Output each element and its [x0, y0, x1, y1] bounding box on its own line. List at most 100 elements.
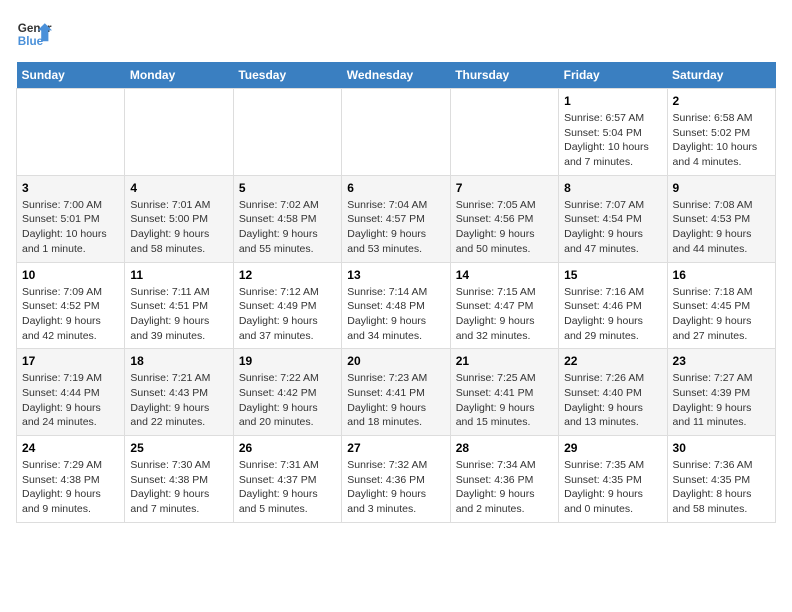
calendar-cell: 8 Sunrise: 7:07 AM Sunset: 4:54 PM Daylig…	[559, 175, 667, 262]
calendar-cell	[233, 89, 341, 176]
day-number: 7	[456, 181, 553, 195]
day-info: Sunrise: 7:00 AM Sunset: 5:01 PM Dayligh…	[22, 198, 119, 257]
calendar-cell: 13 Sunrise: 7:14 AM Sunset: 4:48 PM Dayli…	[342, 262, 450, 349]
day-number: 22	[564, 354, 661, 368]
day-number: 17	[22, 354, 119, 368]
day-number: 30	[673, 441, 770, 455]
calendar-cell: 28 Sunrise: 7:34 AM Sunset: 4:36 PM Dayli…	[450, 436, 558, 523]
day-info: Sunrise: 7:30 AM Sunset: 4:38 PM Dayligh…	[130, 458, 227, 517]
day-info: Sunrise: 7:11 AM Sunset: 4:51 PM Dayligh…	[130, 285, 227, 344]
weekday-header: Friday	[559, 62, 667, 89]
day-info: Sunrise: 7:34 AM Sunset: 4:36 PM Dayligh…	[456, 458, 553, 517]
logo-icon: General Blue	[16, 16, 52, 52]
day-number: 15	[564, 268, 661, 282]
day-number: 20	[347, 354, 444, 368]
day-info: Sunrise: 7:32 AM Sunset: 4:36 PM Dayligh…	[347, 458, 444, 517]
calendar-cell: 1 Sunrise: 6:57 AM Sunset: 5:04 PM Daylig…	[559, 89, 667, 176]
day-info: Sunrise: 6:57 AM Sunset: 5:04 PM Dayligh…	[564, 111, 661, 170]
weekday-header: Thursday	[450, 62, 558, 89]
day-number: 23	[673, 354, 770, 368]
calendar-week-row: 1 Sunrise: 6:57 AM Sunset: 5:04 PM Daylig…	[17, 89, 776, 176]
svg-text:Blue: Blue	[18, 35, 44, 48]
day-info: Sunrise: 7:35 AM Sunset: 4:35 PM Dayligh…	[564, 458, 661, 517]
day-number: 21	[456, 354, 553, 368]
day-info: Sunrise: 7:05 AM Sunset: 4:56 PM Dayligh…	[456, 198, 553, 257]
day-number: 29	[564, 441, 661, 455]
day-info: Sunrise: 7:22 AM Sunset: 4:42 PM Dayligh…	[239, 371, 336, 430]
day-info: Sunrise: 7:25 AM Sunset: 4:41 PM Dayligh…	[456, 371, 553, 430]
day-number: 13	[347, 268, 444, 282]
day-info: Sunrise: 7:09 AM Sunset: 4:52 PM Dayligh…	[22, 285, 119, 344]
calendar-cell: 14 Sunrise: 7:15 AM Sunset: 4:47 PM Dayli…	[450, 262, 558, 349]
calendar-cell	[125, 89, 233, 176]
calendar-cell: 2 Sunrise: 6:58 AM Sunset: 5:02 PM Daylig…	[667, 89, 775, 176]
calendar-cell: 10 Sunrise: 7:09 AM Sunset: 4:52 PM Dayli…	[17, 262, 125, 349]
weekday-header: Wednesday	[342, 62, 450, 89]
calendar-cell	[342, 89, 450, 176]
day-info: Sunrise: 7:07 AM Sunset: 4:54 PM Dayligh…	[564, 198, 661, 257]
day-number: 28	[456, 441, 553, 455]
calendar-cell: 25Sunrise: 7:30 AM Sunset: 4:38 PM Dayli…	[125, 436, 233, 523]
day-info: Sunrise: 7:12 AM Sunset: 4:49 PM Dayligh…	[239, 285, 336, 344]
calendar-cell: 3 Sunrise: 7:00 AM Sunset: 5:01 PM Daylig…	[17, 175, 125, 262]
day-info: Sunrise: 7:27 AM Sunset: 4:39 PM Dayligh…	[673, 371, 770, 430]
calendar-cell: 7 Sunrise: 7:05 AM Sunset: 4:56 PM Daylig…	[450, 175, 558, 262]
calendar-cell	[450, 89, 558, 176]
day-number: 16	[673, 268, 770, 282]
day-info: Sunrise: 7:19 AM Sunset: 4:44 PM Dayligh…	[22, 371, 119, 430]
calendar-week-row: 10 Sunrise: 7:09 AM Sunset: 4:52 PM Dayli…	[17, 262, 776, 349]
calendar-table: SundayMondayTuesdayWednesdayThursdayFrid…	[16, 62, 776, 523]
day-number: 26	[239, 441, 336, 455]
calendar-cell: 6Sunrise: 7:04 AM Sunset: 4:57 PM Daylig…	[342, 175, 450, 262]
calendar-week-row: 24 Sunrise: 7:29 AM Sunset: 4:38 PM Dayli…	[17, 436, 776, 523]
day-info: Sunrise: 7:23 AM Sunset: 4:41 PM Dayligh…	[347, 371, 444, 430]
calendar-week-row: 17 Sunrise: 7:19 AM Sunset: 4:44 PM Dayli…	[17, 349, 776, 436]
calendar-cell: 4Sunrise: 7:01 AM Sunset: 5:00 PM Daylig…	[125, 175, 233, 262]
calendar-cell: 5Sunrise: 7:02 AM Sunset: 4:58 PM Daylig…	[233, 175, 341, 262]
day-number: 6	[347, 181, 444, 195]
day-number: 9	[673, 181, 770, 195]
day-info: Sunrise: 6:58 AM Sunset: 5:02 PM Dayligh…	[673, 111, 770, 170]
day-number: 1	[564, 94, 661, 108]
weekday-header: Saturday	[667, 62, 775, 89]
day-number: 19	[239, 354, 336, 368]
day-info: Sunrise: 7:16 AM Sunset: 4:46 PM Dayligh…	[564, 285, 661, 344]
day-number: 10	[22, 268, 119, 282]
calendar-cell: 30Sunrise: 7:36 AM Sunset: 4:35 PM Dayli…	[667, 436, 775, 523]
day-number: 2	[673, 94, 770, 108]
calendar-cell: 21 Sunrise: 7:25 AM Sunset: 4:41 PM Dayli…	[450, 349, 558, 436]
weekday-header: Sunday	[17, 62, 125, 89]
day-info: Sunrise: 7:02 AM Sunset: 4:58 PM Dayligh…	[239, 198, 336, 257]
day-number: 3	[22, 181, 119, 195]
calendar-cell: 27 Sunrise: 7:32 AM Sunset: 4:36 PM Dayli…	[342, 436, 450, 523]
logo: General Blue	[16, 16, 52, 52]
calendar-cell: 20 Sunrise: 7:23 AM Sunset: 4:41 PM Dayli…	[342, 349, 450, 436]
day-number: 24	[22, 441, 119, 455]
calendar-cell: 29 Sunrise: 7:35 AM Sunset: 4:35 PM Dayli…	[559, 436, 667, 523]
day-info: Sunrise: 7:26 AM Sunset: 4:40 PM Dayligh…	[564, 371, 661, 430]
day-info: Sunrise: 7:15 AM Sunset: 4:47 PM Dayligh…	[456, 285, 553, 344]
calendar-cell: 12Sunrise: 7:12 AM Sunset: 4:49 PM Dayli…	[233, 262, 341, 349]
day-number: 27	[347, 441, 444, 455]
calendar-cell: 11Sunrise: 7:11 AM Sunset: 4:51 PM Dayli…	[125, 262, 233, 349]
day-info: Sunrise: 7:08 AM Sunset: 4:53 PM Dayligh…	[673, 198, 770, 257]
calendar-cell: 22 Sunrise: 7:26 AM Sunset: 4:40 PM Dayli…	[559, 349, 667, 436]
day-number: 14	[456, 268, 553, 282]
day-info: Sunrise: 7:14 AM Sunset: 4:48 PM Dayligh…	[347, 285, 444, 344]
calendar-cell: 26Sunrise: 7:31 AM Sunset: 4:37 PM Dayli…	[233, 436, 341, 523]
day-info: Sunrise: 7:01 AM Sunset: 5:00 PM Dayligh…	[130, 198, 227, 257]
calendar-cell: 18Sunrise: 7:21 AM Sunset: 4:43 PM Dayli…	[125, 349, 233, 436]
day-info: Sunrise: 7:29 AM Sunset: 4:38 PM Dayligh…	[22, 458, 119, 517]
calendar-week-row: 3 Sunrise: 7:00 AM Sunset: 5:01 PM Daylig…	[17, 175, 776, 262]
calendar-cell: 9 Sunrise: 7:08 AM Sunset: 4:53 PM Daylig…	[667, 175, 775, 262]
calendar-cell: 15 Sunrise: 7:16 AM Sunset: 4:46 PM Dayli…	[559, 262, 667, 349]
page-header: General Blue	[16, 16, 776, 52]
day-number: 8	[564, 181, 661, 195]
calendar-cell: 16 Sunrise: 7:18 AM Sunset: 4:45 PM Dayli…	[667, 262, 775, 349]
day-number: 18	[130, 354, 227, 368]
day-info: Sunrise: 7:18 AM Sunset: 4:45 PM Dayligh…	[673, 285, 770, 344]
calendar-cell: 19 Sunrise: 7:22 AM Sunset: 4:42 PM Dayli…	[233, 349, 341, 436]
calendar-cell	[17, 89, 125, 176]
calendar-cell: 23 Sunrise: 7:27 AM Sunset: 4:39 PM Dayli…	[667, 349, 775, 436]
weekday-header-row: SundayMondayTuesdayWednesdayThursdayFrid…	[17, 62, 776, 89]
